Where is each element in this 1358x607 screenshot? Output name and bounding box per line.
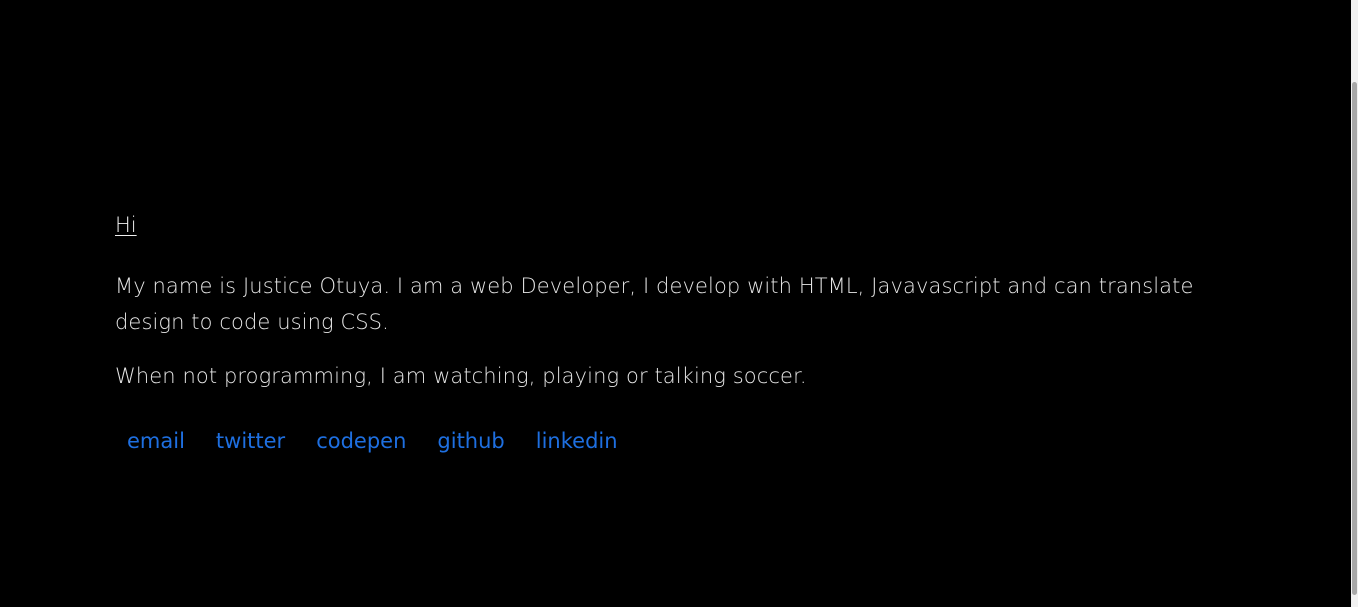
twitter-link[interactable]: twitter: [216, 424, 285, 458]
email-link[interactable]: email: [127, 424, 185, 458]
github-link[interactable]: github: [437, 424, 504, 458]
linkedin-link[interactable]: linkedin: [536, 424, 618, 458]
intro-section: Hi My name is Justice Otuya. I am a web …: [115, 208, 1195, 458]
social-links: email twitter codepen github linkedin: [115, 424, 1195, 458]
hobby-paragraph: When not programming, I am watching, pla…: [115, 364, 807, 388]
bio-paragraph: My name is Justice Otuya. I am a web Dev…: [115, 274, 1194, 334]
vertical-scrollbar[interactable]: [1351, 0, 1358, 607]
scrollbar-thumb[interactable]: [1352, 82, 1357, 595]
codepen-link[interactable]: codepen: [316, 424, 406, 458]
page: Hi My name is Justice Otuya. I am a web …: [0, 0, 1351, 607]
greeting-heading: Hi: [115, 213, 137, 237]
